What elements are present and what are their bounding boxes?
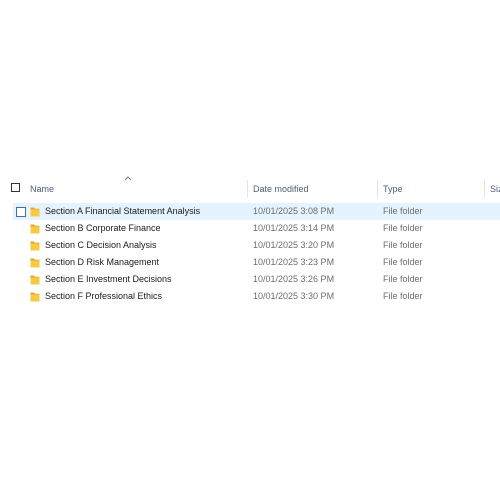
folder-icon: [30, 258, 40, 268]
file-row[interactable]: Section B Corporate Finance 10/01/2025 3…: [0, 220, 500, 237]
file-name: Section B Corporate Finance: [45, 223, 161, 233]
file-row[interactable]: Section A Financial Statement Analysis 1…: [0, 203, 500, 220]
file-row[interactable]: Section C Decision Analysis 10/01/2025 3…: [0, 237, 500, 254]
folder-icon: [30, 275, 40, 285]
column-header-date-modified[interactable]: Date modified: [247, 180, 377, 198]
folder-icon: [30, 241, 40, 251]
file-list: Section A Financial Statement Analysis 1…: [0, 203, 500, 305]
file-date-modified: 10/01/2025 3:08 PM: [253, 206, 335, 216]
folder-icon: [30, 224, 40, 234]
folder-icon: [30, 207, 40, 217]
column-header-size[interactable]: Siz: [484, 180, 500, 198]
file-type: File folder: [383, 257, 423, 267]
file-type: File folder: [383, 291, 423, 301]
file-row[interactable]: Section D Risk Management 10/01/2025 3:2…: [0, 254, 500, 271]
file-row[interactable]: Section F Professional Ethics 10/01/2025…: [0, 288, 500, 305]
file-type: File folder: [383, 206, 423, 216]
file-date-modified: 10/01/2025 3:26 PM: [253, 274, 335, 284]
file-row[interactable]: Section E Investment Decisions 10/01/202…: [0, 271, 500, 288]
file-name: Section C Decision Analysis: [45, 240, 157, 250]
file-date-modified: 10/01/2025 3:14 PM: [253, 223, 335, 233]
file-type: File folder: [383, 274, 423, 284]
column-header-name[interactable]: Name: [25, 180, 247, 198]
file-date-modified: 10/01/2025 3:30 PM: [253, 291, 335, 301]
row-checkbox[interactable]: [16, 207, 26, 217]
file-type: File folder: [383, 240, 423, 250]
file-date-modified: 10/01/2025 3:20 PM: [253, 240, 335, 250]
file-type: File folder: [383, 223, 423, 233]
column-header-row: Name Date modified Type Siz: [0, 180, 500, 198]
file-name: Section E Investment Decisions: [45, 274, 172, 284]
file-name: Section F Professional Ethics: [45, 291, 163, 301]
file-name: Section A Financial Statement Analysis: [45, 206, 201, 216]
folder-icon: [30, 292, 40, 302]
file-name: Section D Risk Management: [45, 257, 160, 267]
file-explorer-view: Name Date modified Type Siz Section A Fi…: [0, 0, 500, 500]
column-header-type[interactable]: Type: [377, 180, 484, 198]
file-date-modified: 10/01/2025 3:23 PM: [253, 257, 335, 267]
